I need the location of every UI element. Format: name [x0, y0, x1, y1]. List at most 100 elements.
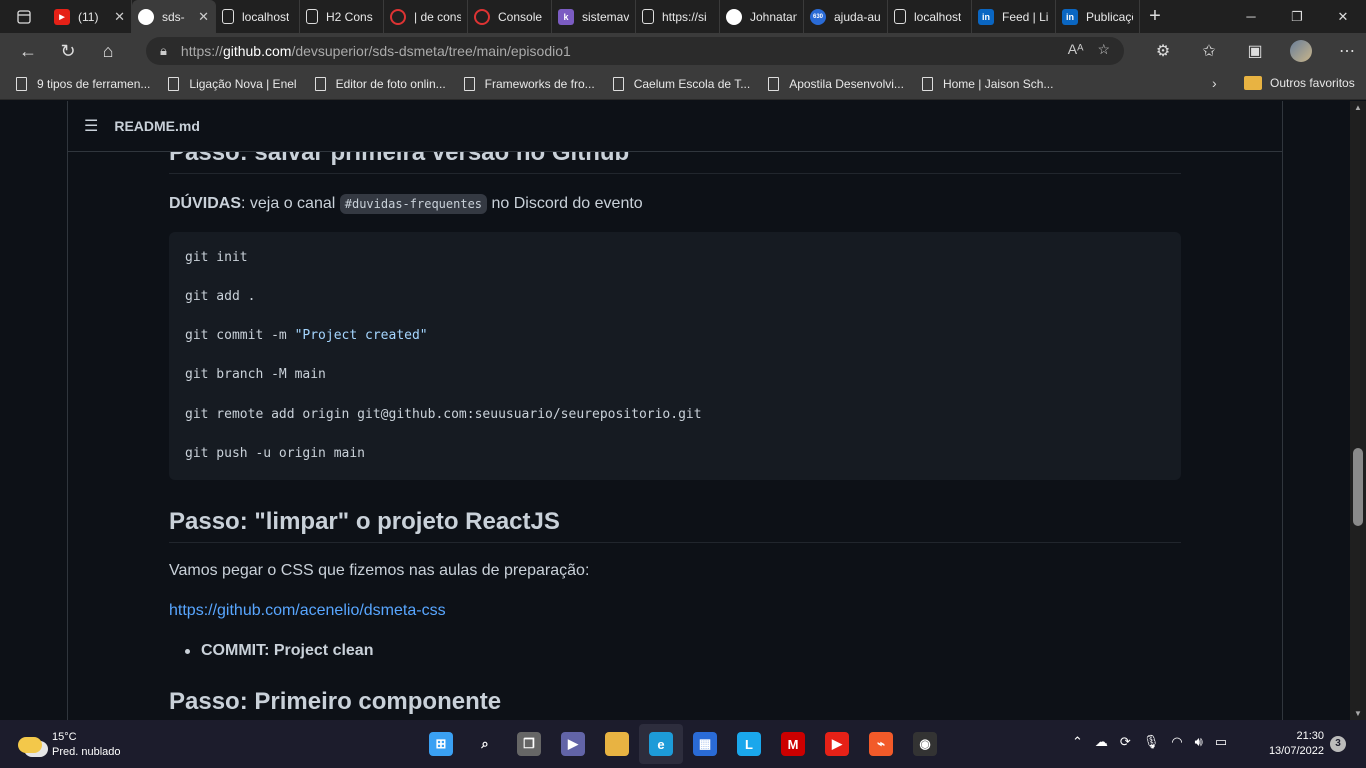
onedrive-icon[interactable]: ☁ [1095, 734, 1108, 750]
address-bar[interactable]: 🔒︎ https://github.com/devsuperior/sds-ds… [146, 37, 1124, 65]
l-app-icon[interactable]: L [727, 724, 771, 764]
favorites-icon[interactable]: ✩ [1186, 41, 1232, 61]
wifi-icon[interactable]: ◠ [1171, 734, 1182, 750]
browser-tab[interactable]: Johnatan [720, 0, 804, 33]
browser-tab[interactable]: sds- ✕ [132, 0, 216, 33]
url-path: /devsuperior/sds-dsmeta/tree/main/episod… [291, 43, 571, 59]
circle-icon [474, 8, 490, 25]
l-app-icon-glyph: L [737, 732, 761, 756]
microphone-icon[interactable]: 🎙︎ [1143, 734, 1160, 750]
partly-cloudy-icon [18, 737, 42, 753]
browser-tab[interactable]: | de cons [384, 0, 468, 33]
brave-icon[interactable]: ⌁ [859, 724, 903, 764]
tab-label: ajuda-au [834, 9, 881, 24]
tab-actions-icon[interactable] [0, 0, 48, 33]
edge-icon[interactable]: e [639, 724, 683, 764]
browser-tab[interactable]: k sistemav [552, 0, 636, 33]
bookmark-item[interactable]: Caelum Escola de T... [612, 77, 750, 91]
read-aloud-icon[interactable]: Aᴬ [1068, 41, 1084, 58]
lock-icon[interactable]: 🔒︎ [160, 43, 167, 59]
task-view-icon-glyph: ❐ [517, 732, 541, 756]
home-icon[interactable]: ⌂ [88, 33, 128, 69]
minimize-icon[interactable]: ─ [1228, 0, 1274, 33]
search-icon[interactable]: ⌕ [463, 724, 507, 764]
bookmark-label: Ligação Nova | Enel [189, 77, 297, 91]
battery-icon[interactable]: ▭ [1215, 734, 1227, 750]
bookmark-label: Home | Jaison Sch... [942, 77, 1054, 91]
clock[interactable]: 21:30 13/07/2022 [1258, 729, 1324, 759]
browser-tab[interactable]: https://si [636, 0, 720, 33]
css-link[interactable]: https://github.com/acenelio/dsmeta-css [169, 602, 446, 619]
volume-icon[interactable]: 🔊︎ [1195, 734, 1203, 750]
store-icon-glyph: ▦ [693, 732, 717, 756]
linkedin-icon: in [1062, 8, 1078, 25]
more-menu-icon[interactable]: ⋯ [1324, 41, 1366, 61]
mcafee-icon[interactable]: M [771, 724, 815, 764]
youtube-icon[interactable]: ▶ [815, 724, 859, 764]
bookmark-item[interactable]: Ligação Nova | Enel [168, 77, 297, 91]
scroll-thumb[interactable] [1353, 448, 1363, 526]
browser-tab[interactable]: localhost [216, 0, 300, 33]
bookmark-item[interactable]: Apostila Desenvolvi... [768, 77, 904, 91]
profile-avatar[interactable] [1290, 40, 1312, 62]
outline-list-icon[interactable]: ☰ [84, 116, 98, 136]
date: 13/07/2022 [1268, 745, 1324, 757]
bookmark-item[interactable]: Frameworks de fro... [463, 77, 595, 91]
badge-icon: 630 [810, 8, 826, 25]
refresh-icon[interactable]: ↻ [48, 33, 88, 69]
file-explorer-icon[interactable] [595, 724, 639, 764]
start-icon[interactable]: ⊞ [419, 724, 463, 764]
github-icon [138, 8, 154, 25]
notification-badge[interactable]: 3 [1330, 736, 1346, 752]
obs-icon[interactable]: ◉ [903, 724, 947, 764]
tab-label: Console [498, 9, 543, 24]
chevron-right-icon[interactable]: › [1212, 75, 1217, 91]
new-tab-button[interactable]: + [1140, 0, 1170, 33]
heading-first-component: Passo: Primeiro componente [169, 688, 1181, 720]
code-line: git remote add origin git@github.com:seu… [185, 407, 702, 422]
css-paragraph: Vamos pegar o CSS que fizemos nas aulas … [169, 562, 590, 579]
other-favorites-label: Outros favoritos [1270, 76, 1355, 90]
close-window-icon[interactable]: ✕ [1320, 0, 1366, 33]
youtube-icon-glyph: ▶ [825, 732, 849, 756]
code-line-commit: git commit -m "Project created" [185, 328, 428, 343]
browser-tab[interactable]: in Publicaçõ [1056, 0, 1140, 33]
favorite-star-icon[interactable]: ☆ [1097, 41, 1110, 58]
page-icon [463, 77, 475, 91]
scroll-up-icon[interactable]: ▲ [1354, 103, 1362, 112]
duvidas-text: : veja o canal [241, 195, 336, 212]
back-icon[interactable]: ← [8, 33, 48, 69]
other-favorites[interactable]: Outros favoritos [1244, 76, 1355, 90]
restore-icon[interactable]: ❐ [1274, 0, 1320, 33]
browser-tab[interactable]: Console [468, 0, 552, 33]
vertical-scrollbar[interactable]: ▲ ▼ [1350, 101, 1366, 720]
teams-chat-icon[interactable]: ▶ [551, 724, 595, 764]
mcafee-icon-glyph: M [781, 732, 805, 756]
browser-tab[interactable]: in Feed | Lir [972, 0, 1056, 33]
weather-widget[interactable]: 15°C Pred. nublado [18, 730, 121, 760]
collections-icon[interactable]: ▣ [1232, 41, 1278, 61]
chevron-up-icon[interactable]: ⌃ [1072, 734, 1083, 750]
edge-icon-glyph: e [649, 732, 673, 756]
close-tab-icon[interactable]: ✕ [192, 9, 209, 25]
task-view-icon[interactable]: ❐ [507, 724, 551, 764]
browser-toolbar: ← ↻ ⌂ 🔒︎ https://github.com/devsuperior/… [0, 33, 1366, 69]
close-tab-icon[interactable]: ✕ [108, 9, 125, 25]
extensions-icon[interactable]: ⚙ [1140, 41, 1186, 61]
browser-tab[interactable]: localhost [888, 0, 972, 33]
code-block[interactable]: git init git add . git commit -m "Projec… [169, 232, 1181, 480]
bookmark-item[interactable]: 9 tipos de ferramen... [16, 77, 150, 91]
store-icon[interactable]: ▦ [683, 724, 727, 764]
scroll-down-icon[interactable]: ▼ [1354, 709, 1362, 718]
browser-tab[interactable]: H2 Cons [300, 0, 384, 33]
tab-label: sds- [162, 9, 185, 24]
url-prefix: https:// [180, 43, 223, 59]
bookmark-item[interactable]: Home | Jaison Sch... [921, 77, 1054, 91]
linkedin-icon: in [978, 8, 994, 25]
folder-icon [1244, 76, 1262, 90]
bookmark-item[interactable]: Editor de foto onlin... [314, 77, 446, 91]
browser-tab[interactable]: 630 ajuda-au [804, 0, 888, 33]
browser-tab[interactable]: ▶ (11) ✕ [48, 0, 132, 33]
page-icon [768, 77, 780, 91]
sync-icon[interactable]: ⟳ [1120, 734, 1131, 750]
